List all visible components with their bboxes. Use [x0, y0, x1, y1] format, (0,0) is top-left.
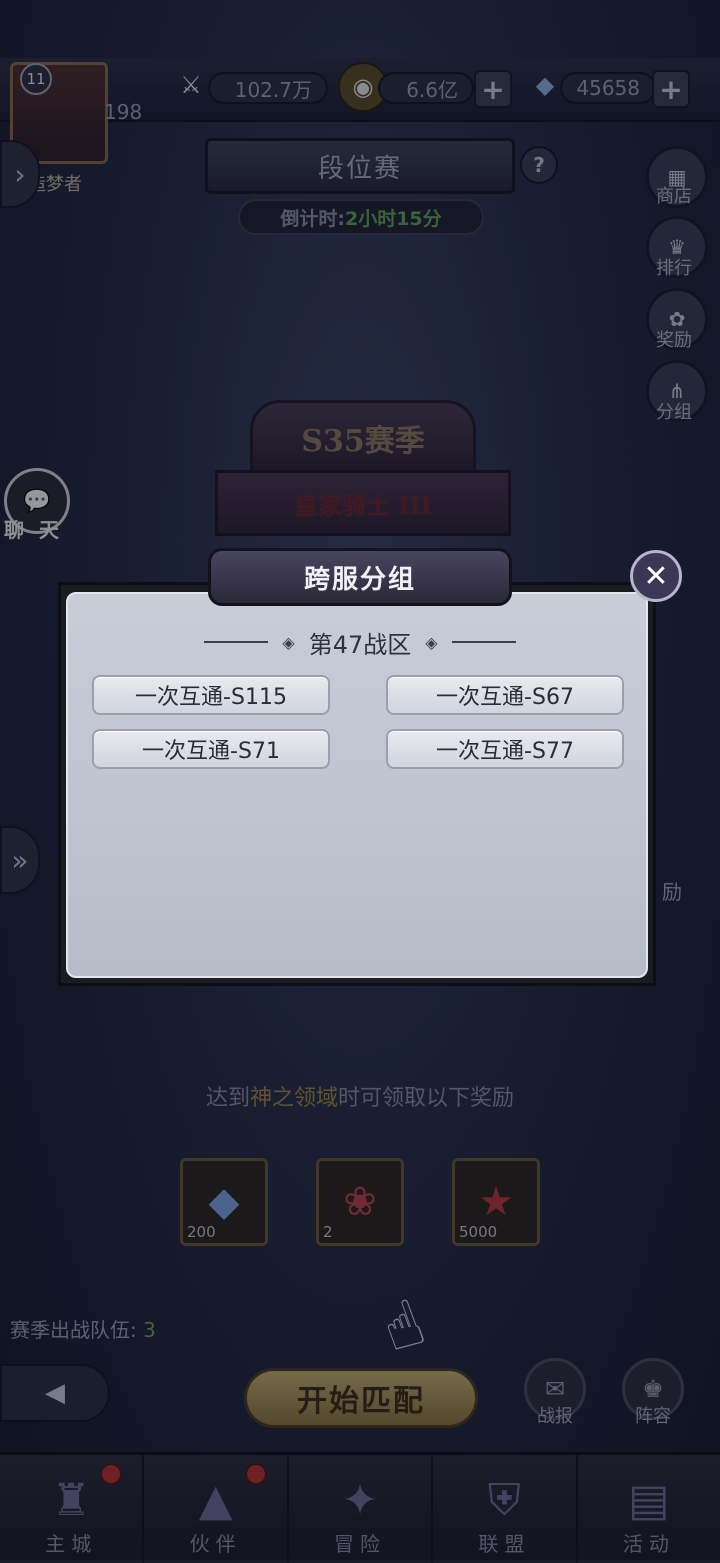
- zone-header: ◈ 第47战区 ◈: [110, 622, 610, 662]
- server-button[interactable]: 一次互通-S77: [386, 729, 624, 769]
- close-icon[interactable]: ✕: [630, 550, 682, 602]
- server-button[interactable]: 一次互通-S115: [92, 675, 330, 715]
- server-button[interactable]: 一次互通-S67: [386, 675, 624, 715]
- ornament-icon: ◈: [425, 632, 438, 652]
- divider-line: [451, 641, 516, 643]
- zone-title: 第47战区: [308, 630, 412, 659]
- modal-title: 跨服分组: [303, 564, 416, 595]
- divider-line: [204, 641, 269, 643]
- modal-header: 跨服分组: [208, 548, 512, 606]
- ornament-icon: ◈: [282, 632, 295, 652]
- server-button[interactable]: 一次互通-S71: [92, 729, 330, 769]
